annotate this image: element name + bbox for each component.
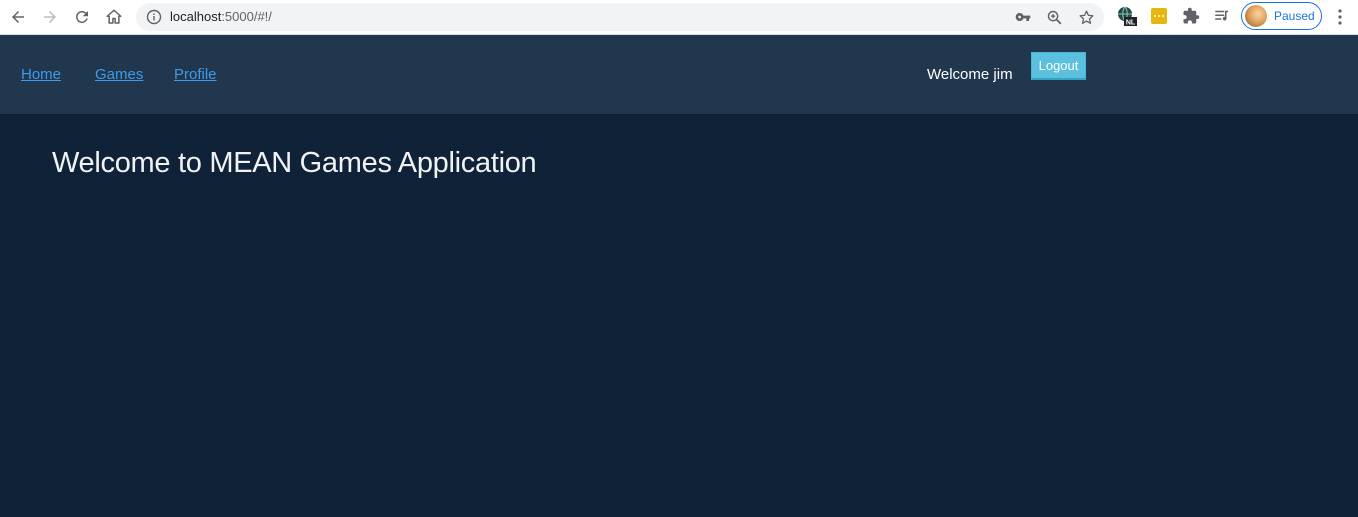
more-vert-icon bbox=[1338, 9, 1342, 25]
arrow-left-icon bbox=[12, 11, 24, 23]
profile-button[interactable]: Paused bbox=[1241, 2, 1322, 30]
nav-link-home[interactable]: Home bbox=[21, 66, 61, 83]
logout-button[interactable]: Logout bbox=[1031, 52, 1086, 80]
arrow-right-icon bbox=[44, 11, 56, 23]
url-text: localhost:5000/#!/ bbox=[170, 9, 272, 24]
reload-button[interactable] bbox=[69, 4, 95, 30]
main-content: Welcome to MEAN Games Application bbox=[0, 114, 1358, 517]
globe-extension-icon[interactable]: NL bbox=[1116, 5, 1138, 27]
welcome-user-text: Welcome jim bbox=[927, 66, 1013, 83]
bookmark-star-icon[interactable] bbox=[1077, 8, 1095, 26]
media-queue-icon[interactable] bbox=[1211, 5, 1233, 27]
forward-button[interactable] bbox=[37, 4, 63, 30]
browser-menu-button[interactable] bbox=[1332, 6, 1348, 28]
info-icon[interactable] bbox=[146, 9, 162, 25]
extensions-puzzle-icon[interactable] bbox=[1180, 5, 1202, 27]
svg-text:NL: NL bbox=[1126, 20, 1136, 27]
notes-extension-icon[interactable] bbox=[1148, 5, 1170, 27]
nav-link-games[interactable]: Games bbox=[95, 66, 143, 83]
address-bar[interactable]: localhost:5000/#!/ bbox=[136, 3, 1104, 31]
avatar bbox=[1245, 5, 1267, 27]
home-icon bbox=[106, 9, 122, 24]
reload-icon bbox=[75, 10, 88, 23]
nav-link-profile[interactable]: Profile bbox=[174, 66, 217, 83]
app-navbar: Home Games Profile Welcome jim Logout bbox=[0, 35, 1358, 114]
zoom-icon[interactable] bbox=[1045, 8, 1063, 26]
home-button[interactable] bbox=[101, 4, 127, 30]
back-button[interactable] bbox=[5, 4, 31, 30]
page-title: Welcome to MEAN Games Application bbox=[52, 147, 537, 179]
profile-status: Paused bbox=[1274, 9, 1315, 23]
password-key-icon[interactable] bbox=[1014, 8, 1032, 26]
browser-toolbar: localhost:5000/#!/ NL Paused bbox=[0, 0, 1358, 35]
